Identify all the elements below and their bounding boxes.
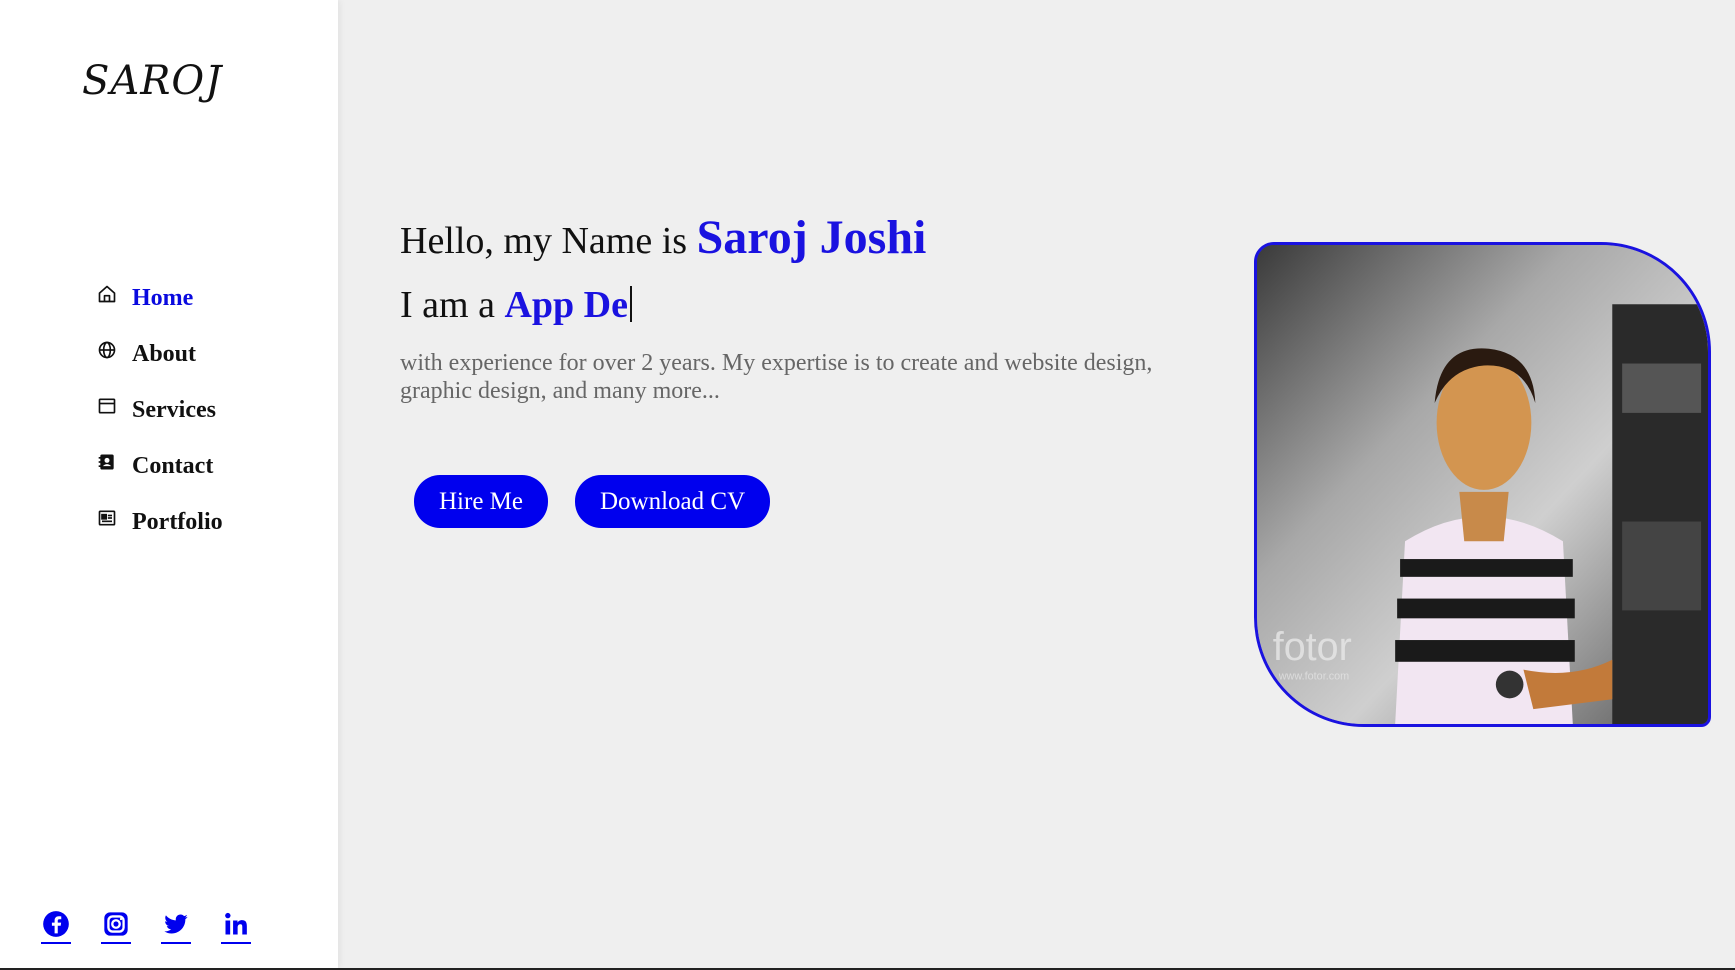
typing-caret	[629, 286, 632, 322]
nav-item-home[interactable]: Home	[96, 270, 223, 326]
hero-buttons: Hire Me Download CV	[414, 475, 1200, 528]
hero-description: with experience for over 2 years. My exp…	[400, 350, 1153, 404]
twitter-link[interactable]	[161, 910, 191, 944]
hero-name: Saroj Joshi	[696, 211, 927, 264]
linkedin-link[interactable]	[221, 910, 251, 944]
site-logo[interactable]: SAROJ	[82, 58, 222, 104]
nav-item-portfolio[interactable]: Portfolio	[96, 494, 223, 550]
twitter-icon	[164, 914, 188, 934]
greeting-line: Hello, my Name is Saroj Joshi	[400, 210, 1200, 265]
nav-label-home: Home	[132, 284, 194, 311]
profile-photo: fotor www.fotor.com	[1254, 242, 1711, 727]
role-line: I am a App De	[400, 283, 1200, 327]
watermark-text: fotor	[1273, 625, 1352, 669]
facebook-link[interactable]	[41, 910, 71, 944]
nav-label-services: Services	[132, 396, 216, 423]
watermark-url: www.fotor.com	[1278, 671, 1349, 683]
typed-role: App De	[504, 284, 628, 326]
greeting-text: Hello, my Name is	[400, 220, 697, 262]
facebook-icon	[43, 911, 69, 937]
contact-book-icon	[96, 451, 118, 473]
instagram-link[interactable]	[101, 910, 131, 944]
globe-icon	[96, 339, 118, 361]
nav-item-about[interactable]: About	[96, 326, 223, 382]
hire-me-button[interactable]: Hire Me	[414, 475, 548, 528]
sidebar: SAROJ Home About Services Contact Portfo…	[0, 0, 338, 968]
nav-label-contact: Contact	[132, 452, 214, 479]
instagram-icon	[104, 912, 128, 936]
download-cv-button[interactable]: Download CV	[575, 475, 771, 528]
hero-section: Hello, my Name is Saroj Joshi I am a App…	[400, 210, 1200, 528]
nav-label-portfolio: Portfolio	[132, 508, 223, 535]
main-nav: Home About Services Contact Portfolio	[96, 270, 223, 550]
browser-window-icon	[96, 395, 118, 417]
linkedin-icon	[225, 912, 247, 935]
role-prefix: I am a	[400, 284, 505, 326]
nav-item-services[interactable]: Services	[96, 382, 223, 438]
nav-label-about: About	[132, 340, 197, 367]
newspaper-icon	[96, 507, 118, 529]
home-icon	[96, 283, 118, 305]
nav-item-contact[interactable]: Contact	[96, 438, 223, 494]
social-links	[41, 910, 251, 944]
